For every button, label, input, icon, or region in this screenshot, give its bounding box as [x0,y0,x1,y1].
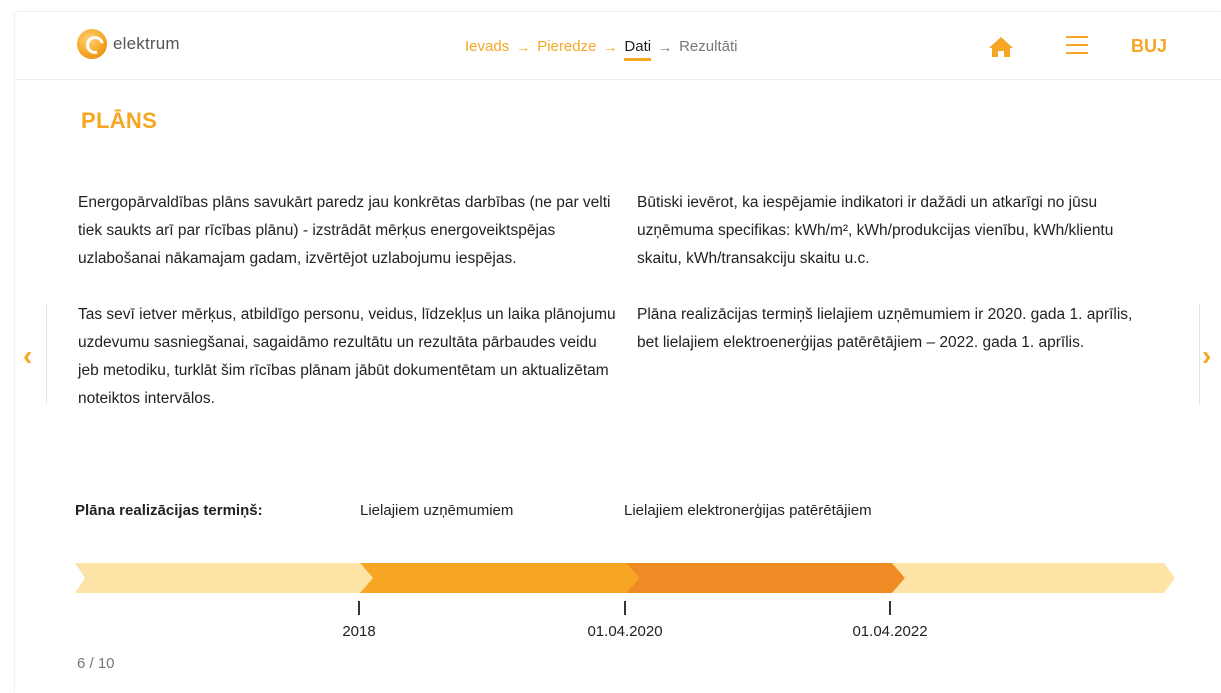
top-header: elektrum Ievads → Pieredze → Dati → Rezu… [15,12,1221,80]
timeline-tick-2022 [889,601,891,615]
timeline-tick-2020 [624,601,626,615]
prev-slide-button[interactable]: ‹ [15,304,47,404]
arrow-right-icon: → [658,38,673,55]
page-title: PLĀNS [81,108,158,133]
breadcrumb: Ievads → Pieredze → Dati → Rezultāti [465,38,737,61]
right-text-column: Būtiski ievērot, ka iespējamie indikator… [637,189,1157,385]
timeline-label-consumers: Lielajiem elektronerģijas patērētājiem [624,502,872,519]
paragraph: Plāna realizācijas termiņš lielajiem uzņ… [637,306,1133,351]
paragraph: Energopārvaldības plāns savukārt paredz … [78,194,611,267]
page-counter: 6 / 10 [77,655,115,672]
crumb-pieredze[interactable]: Pieredze [537,38,596,55]
timeline-date-2022: 01.04.2022 [852,623,928,640]
chevron-right-icon: › [1202,340,1212,371]
paragraph: Tas sevī ietver mērķus, atbildīgo person… [78,306,616,407]
elektrum-logo[interactable]: elektrum [77,29,180,59]
arrow-right-icon: → [516,38,531,55]
paragraph: Būtiski ievērot, ka iespējamie indikator… [637,194,1114,267]
timeline-segment-start [75,563,373,593]
arrow-right-icon: → [603,38,618,55]
timeline-date-2020: 01.04.2020 [587,623,663,640]
crumb-rezultati[interactable]: Rezultāti [679,38,737,55]
home-icon[interactable] [988,36,1014,58]
left-text-column: Energopārvaldības plāns savukārt paredz … [78,189,618,441]
timeline-date-2018: 2018 [342,623,376,640]
timeline-segment-consumers [626,563,905,593]
timeline-segment-companies [360,563,639,593]
crumb-dati[interactable]: Dati [624,38,651,61]
slide-frame: elektrum Ievads → Pieredze → Dati → Rezu… [15,12,1221,693]
next-slide-button[interactable]: › [1199,304,1221,404]
chevron-left-icon: ‹ [23,340,33,371]
logo-text: elektrum [113,34,180,53]
language-switch[interactable]: BUJ [1131,36,1167,57]
timeline-segment-end [892,563,1175,593]
timeline-bar [75,563,1175,593]
timeline-label-companies: Lielajiem uzņēmumiem [360,502,514,519]
timeline-title: Plāna realizācijas termiņš: [75,502,263,519]
timeline-tick-2018 [358,601,360,615]
logo-mark-icon [77,29,107,59]
hamburger-menu-icon[interactable] [1066,36,1088,56]
crumb-ievads[interactable]: Ievads [465,38,509,55]
